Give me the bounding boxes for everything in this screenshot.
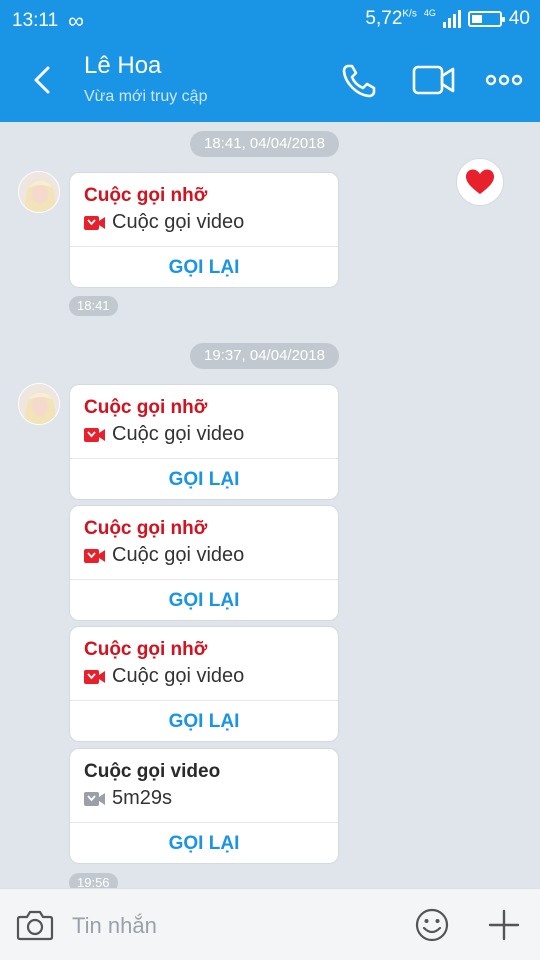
call-card: Cuộc gọi nhỡ Cuộc gọi video GỌI LẠI	[69, 505, 339, 621]
net-speed: 5,72K/s	[365, 8, 417, 29]
video-camera-icon	[412, 65, 455, 95]
missed-video-icon	[84, 669, 105, 684]
call-duration: 5m29s	[112, 787, 173, 809]
date-separator: 18:41, 04/04/2018	[190, 131, 339, 157]
call-card: Cuộc gọi nhỡ Cuộc gọi video GỌI LẠI	[69, 172, 339, 288]
heart-reaction-button[interactable]	[456, 158, 504, 206]
network-type: 4G	[423, 8, 436, 18]
heart-icon	[466, 169, 494, 194]
call-subtitle: Cuộc gọi video	[84, 544, 244, 567]
call-card: Cuộc gọi video 5m29s GỌI LẠI	[69, 748, 339, 864]
contact-status: Vừa mới truy cập	[84, 88, 208, 105]
more-dots-icon	[485, 74, 523, 86]
video-call-button[interactable]	[410, 58, 455, 102]
call-type: Cuộc gọi video	[112, 211, 245, 233]
call-back-button[interactable]: GỌI LẠI	[70, 701, 338, 742]
status-bar: 13:11 ∞ 5,72K/s 4G 40	[0, 0, 540, 38]
signal-icon	[442, 10, 461, 28]
call-title: Cuộc gọi nhỡ	[84, 185, 208, 206]
battery-level: 40	[508, 8, 530, 29]
avatar[interactable]	[18, 171, 60, 213]
avatar-image	[19, 384, 59, 424]
loop-icon: ∞	[68, 8, 84, 33]
battery-icon	[467, 11, 505, 27]
message-time: 18:41	[69, 296, 118, 316]
call-title: Cuộc gọi video	[84, 761, 221, 782]
call-type: Cuộc gọi video	[112, 544, 245, 566]
call-type: Cuộc gọi video	[112, 423, 245, 445]
missed-video-icon	[84, 215, 105, 230]
call-back-button[interactable]: GỌI LẠI	[70, 580, 338, 621]
status-left: 13:11 ∞	[12, 8, 84, 34]
chat-area[interactable]: 18:41, 04/04/2018 Cuộc gọi nhỡ Cuộc gọi …	[0, 122, 540, 888]
call-subtitle: Cuộc gọi video	[84, 423, 244, 446]
message-input[interactable]	[72, 909, 372, 943]
call-type: Cuộc gọi video	[112, 665, 245, 687]
call-subtitle: Cuộc gọi video	[84, 211, 244, 234]
call-card: Cuộc gọi nhỡ Cuộc gọi video GỌI LẠI	[69, 626, 339, 742]
missed-video-icon	[84, 548, 105, 563]
chevron-left-icon	[34, 66, 50, 94]
avatar[interactable]	[18, 383, 60, 425]
phone-icon	[342, 64, 376, 98]
emoji-icon	[415, 908, 449, 942]
call-card: Cuộc gọi nhỡ Cuộc gọi video GỌI LẠI	[69, 384, 339, 500]
call-back-button[interactable]: GỌI LẠI	[70, 823, 338, 864]
back-button[interactable]	[24, 60, 60, 100]
call-title: Cuộc gọi nhỡ	[84, 518, 208, 539]
call-title: Cuộc gọi nhỡ	[84, 397, 208, 418]
call-subtitle: 5m29s	[84, 787, 172, 810]
status-right: 5,72K/s 4G 40	[365, 8, 530, 30]
message-input-bar	[0, 888, 540, 960]
video-call-icon	[84, 791, 105, 806]
voice-call-button[interactable]	[338, 58, 382, 102]
call-back-button[interactable]: GỌI LẠI	[70, 247, 338, 288]
call-subtitle: Cuộc gọi video	[84, 665, 244, 688]
camera-icon	[16, 910, 54, 941]
avatar-image	[19, 172, 59, 212]
camera-button[interactable]	[16, 907, 54, 943]
call-back-button[interactable]: GỌI LẠI	[70, 459, 338, 500]
contact-name[interactable]: Lê Hoa	[84, 52, 161, 80]
call-title: Cuộc gọi nhỡ	[84, 639, 208, 660]
plus-icon	[488, 909, 520, 941]
more-options-button[interactable]	[484, 58, 528, 102]
missed-video-icon	[84, 427, 105, 442]
clock: 13:11	[12, 10, 59, 31]
date-separator: 19:37, 04/04/2018	[190, 343, 339, 369]
chat-header: Lê Hoa Vừa mới truy cập	[0, 38, 540, 122]
message-time: 19:56	[69, 873, 118, 888]
emoji-button[interactable]	[414, 907, 450, 943]
attach-button[interactable]	[486, 907, 522, 943]
